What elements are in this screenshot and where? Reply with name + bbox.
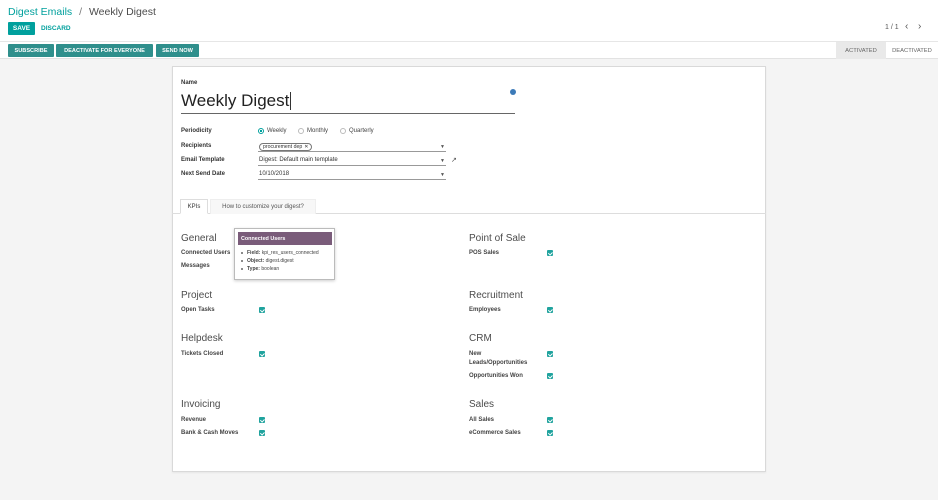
group-helpdesk-title: Helpdesk (181, 333, 223, 344)
periodicity-quarterly-label: Quarterly (349, 128, 374, 134)
group-pos-title: Point of Sale (469, 233, 526, 244)
email-template-value: Digest: Default main template (259, 157, 338, 163)
kpi-bank-cash-label: Bank & Cash Moves (181, 430, 239, 436)
save-button[interactable]: SAVE (8, 22, 35, 35)
next-send-date-label: Next Send Date (181, 171, 226, 177)
tab-kpis[interactable]: KPIs (180, 199, 208, 214)
kpi-open-tasks-checkbox[interactable] (259, 307, 265, 313)
kpi-bank-cash-checkbox[interactable] (259, 430, 265, 436)
recipient-tag[interactable]: procurement dep ✕ (259, 143, 313, 151)
breadcrumb-digest-emails[interactable]: Digest Emails (8, 6, 72, 18)
tooltip-type-label: Type: (247, 266, 260, 272)
radio-dot-icon (258, 128, 264, 134)
group-sales-title: Sales (469, 399, 495, 410)
recipients-dropdown-icon[interactable]: ▼ (440, 144, 445, 150)
recipients-label: Recipients (181, 143, 212, 149)
recipient-tag-label: procurement dep (263, 144, 303, 150)
tooltip-object-label: Object: (247, 258, 265, 264)
pager-next-icon[interactable]: › (918, 21, 921, 32)
radio-dot-icon (340, 128, 346, 134)
tooltip-title: Connected Users (238, 232, 332, 245)
kpi-tickets-closed-checkbox[interactable] (259, 351, 265, 357)
name-input[interactable]: Weekly Digest (181, 89, 515, 114)
kpi-messages-label: Messages (181, 263, 210, 269)
group-general-title: General (181, 233, 217, 244)
status-bar: SUBSCRIBE DEACTIVATE FOR EVERYONE SEND N… (0, 41, 938, 59)
kpi-tickets-closed-label: Tickets Closed (181, 351, 224, 357)
control-panel: Digest Emails / Weekly Digest SAVE DISCA… (0, 0, 938, 59)
kpi-open-tasks-label: Open Tasks (181, 307, 215, 313)
next-send-date-dropdown-icon[interactable]: ▼ (440, 172, 445, 178)
next-send-date-value: 10/10/2018 (259, 171, 290, 177)
kpi-new-leads-checkbox[interactable] (547, 351, 553, 357)
tooltip-object-row: Object: digest.digest (241, 258, 294, 264)
remove-tag-icon[interactable]: ✕ (304, 144, 308, 150)
bullet-icon (241, 251, 243, 254)
kpi-revenue-checkbox[interactable] (259, 417, 265, 423)
name-label: Name (181, 80, 198, 86)
kpi-new-leads-label: New Leads/Opportunities (469, 351, 528, 366)
kpi-revenue-label: Revenue (181, 417, 207, 423)
discard-button[interactable]: DISCARD (41, 22, 71, 35)
periodicity-weekly-label: Weekly (267, 128, 287, 134)
stage-deactivated[interactable]: DEACTIVATED (886, 42, 938, 59)
external-link-icon[interactable]: ↗ (451, 156, 457, 164)
kpi-all-sales-checkbox[interactable] (547, 417, 553, 423)
send-now-button[interactable]: SEND NOW (156, 44, 199, 57)
kpi-all-sales-label: All Sales (469, 417, 495, 423)
periodicity-monthly-radio[interactable]: Monthly (298, 128, 328, 134)
breadcrumb-current: Weekly Digest (88, 6, 156, 18)
kpi-connected-users-label: Connected Users (181, 250, 231, 256)
periodicity-quarterly-radio[interactable]: Quarterly (340, 128, 374, 134)
email-template-dropdown-icon[interactable]: ▼ (440, 158, 445, 164)
tooltip-field-label: Field: (247, 250, 261, 256)
globe-icon[interactable] (510, 89, 516, 95)
subscribe-button[interactable]: SUBSCRIBE (8, 44, 54, 57)
bullet-icon (241, 267, 243, 270)
bullet-icon (241, 259, 243, 262)
group-crm-title: CRM (469, 333, 492, 344)
kpi-employees-label: Employees (469, 307, 501, 313)
periodicity-monthly-label: Monthly (307, 128, 329, 134)
group-invoicing-title: Invoicing (181, 399, 221, 410)
pager-value[interactable]: 1 / 1 (885, 24, 899, 31)
breadcrumb-separator: / (79, 6, 83, 18)
tooltip-field-value: kpi_res_users_connected (261, 250, 319, 256)
kpi-ecommerce-sales-checkbox[interactable] (547, 430, 553, 436)
tooltip-field-row: Field: kpi_res_users_connected (241, 250, 319, 256)
radio-dot-icon (298, 128, 304, 134)
tab-how-to-customize[interactable]: How to customize your digest? (210, 199, 316, 214)
kpi-employees-checkbox[interactable] (547, 307, 553, 313)
name-input-text: Weekly Digest (181, 91, 290, 110)
kpi-pos-sales-label: POS Sales (469, 250, 500, 256)
field-tooltip: Connected Users Field: kpi_res_users_con… (234, 228, 335, 280)
kpi-opportunities-won-label: Opportunities Won (469, 373, 523, 379)
group-recruitment-title: Recruitment (469, 290, 523, 301)
group-project-title: Project (181, 290, 213, 301)
breadcrumb: Digest Emails / Weekly Digest (8, 6, 156, 18)
periodicity-label: Periodicity (181, 128, 212, 134)
stage-activated[interactable]: ACTIVATED (836, 42, 886, 59)
periodicity-weekly-radio[interactable]: Weekly (258, 128, 287, 134)
kpi-ecommerce-sales-label: eCommerce Sales (469, 430, 521, 436)
email-template-label: Email Template (181, 157, 225, 163)
tooltip-type-row: Type: boolean (241, 266, 279, 272)
deactivate-for-everyone-button[interactable]: DEACTIVATE FOR EVERYONE (56, 44, 153, 57)
kpi-opportunities-won-checkbox[interactable] (547, 373, 553, 379)
pager-previous-icon[interactable]: ‹ (905, 21, 908, 32)
tooltip-object-value: digest.digest (265, 258, 294, 264)
tooltip-type-value: boolean (261, 266, 280, 272)
kpi-pos-sales-checkbox[interactable] (547, 250, 553, 256)
